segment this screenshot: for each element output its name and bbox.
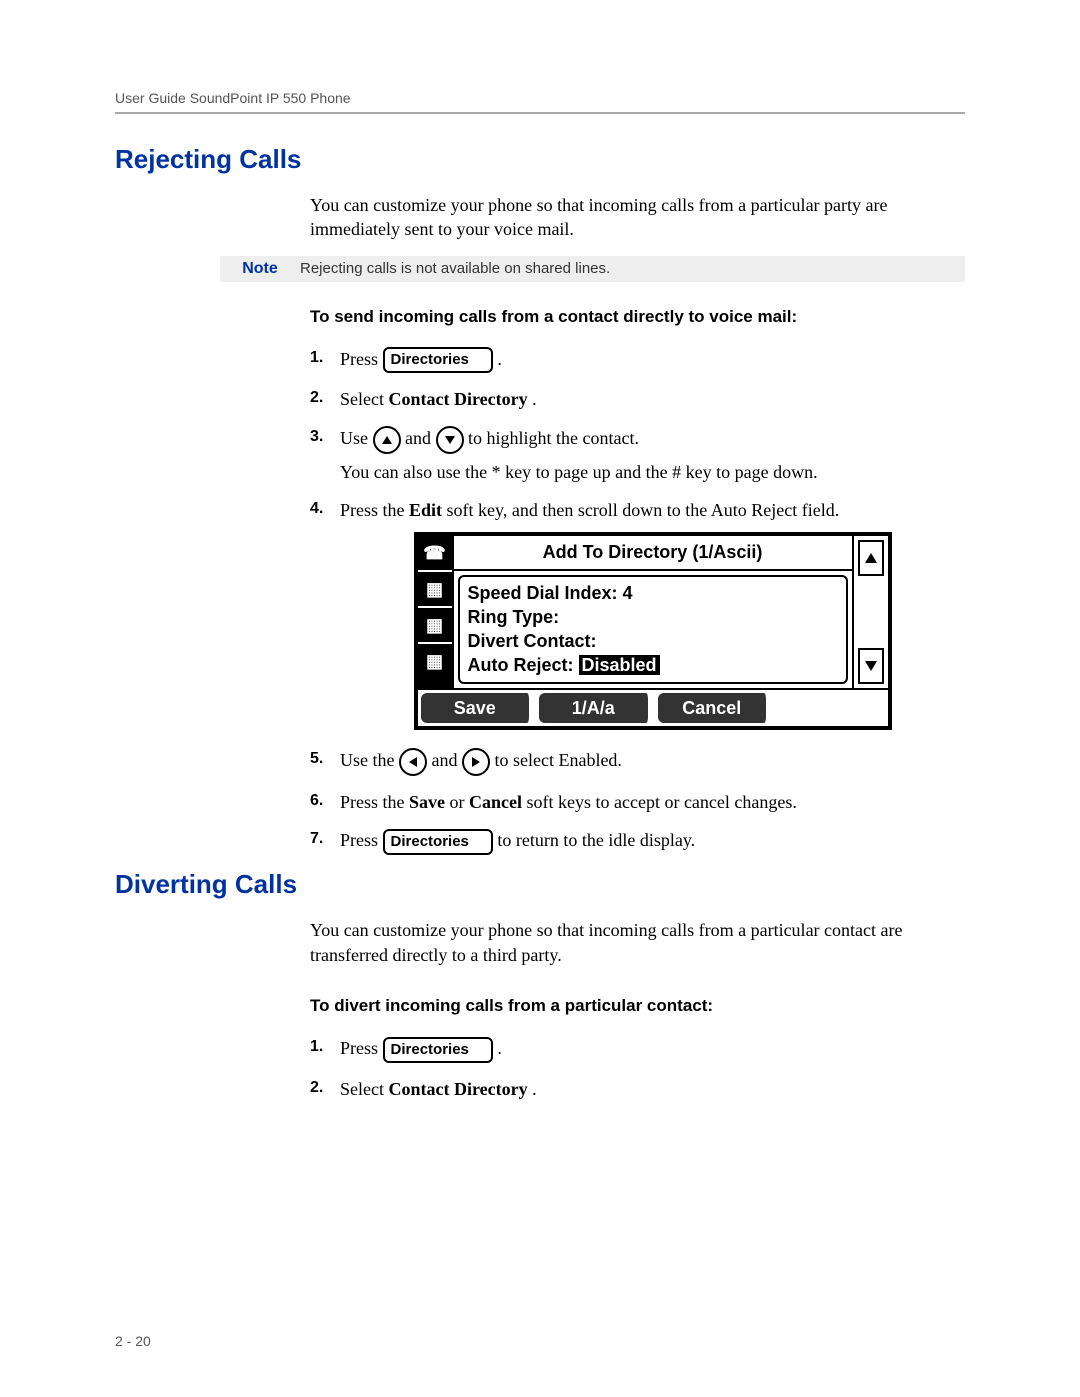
divert-step-2-text-a: Select [340, 1079, 388, 1099]
lcd-softkey-row: Save 1/A/a Cancel [418, 688, 888, 726]
lcd-softkey-cancel: Cancel [658, 693, 771, 723]
step-3-text-c: to highlight the contact. [468, 428, 639, 448]
directories-button-icon: Directories [383, 1037, 493, 1063]
lcd-line-2: Ring Type: [468, 605, 838, 629]
step-5-text-b: and [431, 750, 462, 770]
divert-step-2: Select Contact Directory . [310, 1077, 965, 1101]
arrow-down-icon [436, 426, 464, 454]
lcd-line-4-value: Disabled [579, 655, 660, 675]
lcd-line-4: Auto Reject: Disabled [468, 653, 838, 677]
arrow-left-icon [399, 748, 427, 776]
lcd-line-3: Divert Contact: [468, 629, 838, 653]
note-text: Rejecting calls is not available on shar… [300, 260, 610, 277]
step-7-text-a: Press [340, 830, 383, 850]
step-4-text-c: soft key, and then scroll down to the Au… [447, 500, 840, 520]
lcd-title: Add To Directory (1/Ascii) [454, 536, 852, 570]
step-6-text-d: Cancel [469, 792, 522, 812]
step-6-text-e: soft keys to accept or cancel changes. [527, 792, 797, 812]
step-5: Use the and to select Enabled. [310, 748, 965, 776]
page-header: User Guide SoundPoint IP 550 Phone [115, 90, 965, 114]
lcd-line-1: Speed Dial Index: 4 [468, 581, 838, 605]
lcd-scrollbar [852, 536, 888, 687]
step-7-text-b: to return to the idle display. [497, 830, 695, 850]
lcd-softkey-save: Save [421, 693, 534, 723]
step-1-text-a: Press [340, 349, 383, 369]
lcd-body: Speed Dial Index: 4 Ring Type: Divert Co… [458, 575, 848, 684]
step-1-text-b: . [497, 349, 502, 369]
divert-step-2-text-c: . [532, 1079, 537, 1099]
divert-step-1: Press Directories . [310, 1036, 965, 1063]
step-2-text-a: Select [340, 389, 388, 409]
rejecting-subhead: To send incoming calls from a contact di… [310, 306, 965, 329]
step-2-text-c: . [532, 389, 537, 409]
diverting-subhead: To divert incoming calls from a particul… [310, 995, 965, 1018]
lcd-line-4-label: Auto Reject: [468, 655, 574, 675]
lcd-softkey-blank [776, 693, 885, 723]
step-3: Use and to highlight the contact. You ca… [310, 426, 965, 484]
step-2-text-b: Contact Directory [388, 389, 527, 409]
lcd-line-icon: ▦ [418, 572, 452, 608]
directories-button-icon: Directories [383, 347, 493, 373]
step-5-text-c: to select Enabled. [494, 750, 621, 770]
section-title-diverting: Diverting Calls [115, 869, 965, 900]
divert-step-1-text-a: Press [340, 1038, 383, 1058]
phone-lcd-illustration: ☎ ▦ ▦ ▦ Add To Directory (1/Ascii) Speed… [414, 532, 892, 730]
directories-button-icon: Directories [383, 829, 493, 855]
divert-step-2-text-b: Contact Directory [388, 1079, 527, 1099]
step-6-text-c: or [450, 792, 470, 812]
lcd-scroll-up-icon [858, 540, 884, 576]
step-4: Press the Edit soft key, and then scroll… [310, 498, 965, 730]
diverting-intro: You can customize your phone so that inc… [310, 918, 965, 967]
lcd-line-icon: ▦ [418, 608, 452, 644]
arrow-up-icon [373, 426, 401, 454]
arrow-right-icon [462, 748, 490, 776]
step-7: Press Directories to return to the idle … [310, 828, 965, 855]
step-5-text-a: Use the [340, 750, 399, 770]
step-3-text-b: and [405, 428, 436, 448]
lcd-softkey-mode: 1/A/a [539, 693, 652, 723]
step-6: Press the Save or Cancel soft keys to ac… [310, 790, 965, 814]
note-box: Note Rejecting calls is not available on… [220, 256, 965, 282]
step-6-text-b: Save [409, 792, 445, 812]
step-1: Press Directories . [310, 347, 965, 374]
rejecting-intro: You can customize your phone so that inc… [310, 193, 965, 242]
lcd-scroll-down-icon [858, 648, 884, 684]
divert-step-1-text-b: . [497, 1038, 502, 1058]
step-4-text-b: Edit [409, 500, 442, 520]
step-6-text-a: Press the [340, 792, 409, 812]
lcd-left-icons: ☎ ▦ ▦ ▦ [418, 536, 454, 687]
section-title-rejecting: Rejecting Calls [115, 144, 965, 175]
lcd-handset-icon: ☎ [418, 536, 452, 572]
note-label: Note [220, 260, 300, 278]
step-3-sub: You can also use the * key to page up an… [340, 460, 965, 484]
step-3-text-a: Use [340, 428, 373, 448]
step-4-text-a: Press the [340, 500, 409, 520]
lcd-line-icon: ▦ [418, 644, 452, 678]
page-number: 2 - 20 [115, 1333, 151, 1349]
step-2: Select Contact Directory . [310, 387, 965, 411]
